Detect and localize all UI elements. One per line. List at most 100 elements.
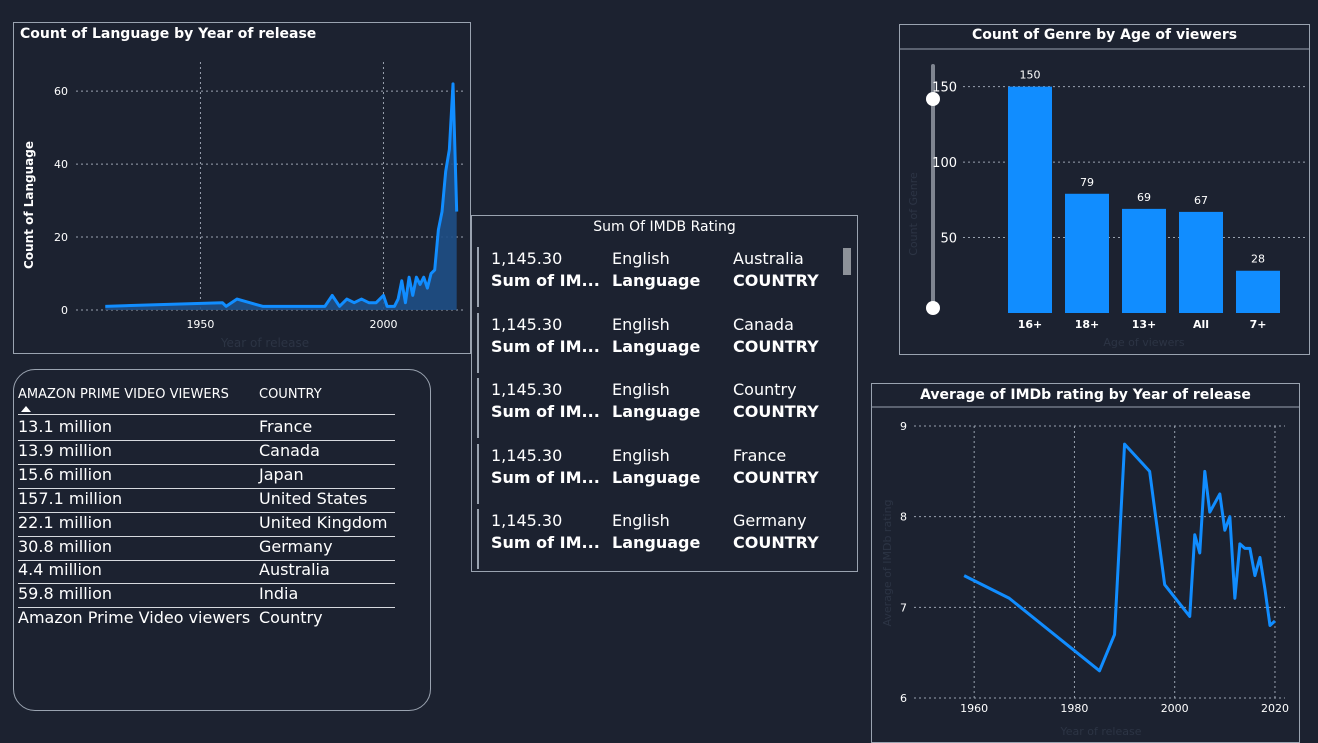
total-label: Amazon Prime Video viewers [18,608,250,627]
cell-viewers: 4.4 million [18,560,102,579]
card-value: 1,145.30 [491,511,562,530]
x-tick-label: 7+ [1250,318,1267,331]
card-row[interactable]: 1,145.30Sum of IM...EnglishLanguageFranc… [477,444,839,504]
data-label: 28 [1251,253,1265,266]
column-header-country[interactable]: COUNTRY [259,387,322,402]
card-country: Australia [733,249,804,268]
imdb-rating-by-year-chart[interactable]: Average of IMDb rating by Year of releas… [871,383,1300,743]
x-axis-title: Age of viewers [1103,336,1184,349]
card-language: English [612,446,670,465]
y-tick-label: 0 [61,304,68,317]
bar [1065,194,1109,313]
cell-viewers: 22.1 million [18,513,112,532]
x-axis-title: Year of release [220,336,309,350]
x-tick-label: 18+ [1075,318,1100,331]
cell-country: United Kingdom [259,513,387,532]
series-line [105,84,456,306]
card-language: English [612,511,670,530]
card-country-label: COUNTRY [733,402,819,421]
y-tick-label: 9 [900,420,907,433]
table-row[interactable]: 59.8 millionIndia [18,583,395,608]
bar [1236,271,1280,313]
cell-viewers: 59.8 million [18,584,112,603]
card-country-label: COUNTRY [733,271,819,290]
y-tick-label: 20 [54,231,68,244]
card-value-label: Sum of IM... [491,533,600,552]
y-tick-label: 60 [54,85,68,98]
slider-handle-bottom[interactable] [926,301,940,315]
x-axis-title: Year of release [1060,725,1142,738]
x-tick-label: 2000 [1161,702,1189,715]
cell-viewers: 30.8 million [18,537,112,556]
x-tick-label: 16+ [1018,318,1043,331]
data-label: 79 [1080,176,1094,189]
data-label: 67 [1194,194,1208,207]
x-tick-label: 1960 [960,702,988,715]
y-tick-label: 6 [900,692,907,705]
table-row[interactable]: 4.4 millionAustralia [18,559,395,584]
y-axis-title: Average of IMDb rating [881,499,894,626]
card-language-label: Language [612,468,700,487]
imdb-rating-by-year-plot: Average of IMDb rating Year of release 6… [871,383,1300,743]
card-row[interactable]: 1,145.30 Sum of IM... English Language Canad… [477,313,839,373]
imdb-rating-card[interactable]: Sum Of IMDB Rating 1,145.30Sum of IM...E… [471,215,858,572]
y-tick-label: 7 [900,601,907,614]
card-language-label: Language [612,402,700,421]
x-tick-label: 1980 [1060,702,1088,715]
table-row[interactable]: 13.1 million France [18,416,395,441]
card-row[interactable]: 1,145.30 Sum of IM... English Language Count… [477,378,839,438]
y-tick-label: 40 [54,158,68,171]
sort-ascending-icon[interactable] [21,406,31,412]
cell-viewers: 13.1 million [18,417,112,436]
x-tick-label: All [1193,318,1209,331]
y-tick-label: 150 [932,81,957,96]
data-label: 150 [1020,69,1041,82]
card-value: 1,145.30 [491,315,562,334]
table-row[interactable]: 30.8 million Germany [18,536,395,561]
cell-country: Japan [259,465,304,484]
table-row[interactable]: 15.6 million Japan [18,464,395,489]
cell-viewers: 15.6 million [18,465,112,484]
card-country: France [733,446,786,465]
table-row[interactable]: 13.9 millionCanada [18,440,395,465]
area-fill [105,84,456,310]
card-language: English [612,315,670,334]
cell-country: Germany [259,537,333,556]
table-row[interactable]: 157.1 millionUnited States [18,488,395,513]
cell-country: France [259,417,312,436]
y-axis-title: Count of Genre [907,172,920,256]
series-line [964,444,1275,671]
x-tick-label: 1950 [186,318,214,331]
x-tick-label: 2020 [1261,702,1289,715]
table-total-row: Amazon Prime Video viewers Country [18,607,395,631]
bar [1179,212,1223,313]
card-country: Germany [733,511,807,530]
column-header-viewers[interactable]: AMAZON PRIME VIDEO VIEWERS [18,387,229,402]
range-slider[interactable] [926,64,940,315]
table-header: AMAZON PRIME VIDEO VIEWERS COUNTRY [18,386,395,415]
card-language-label: Language [612,271,700,290]
table-row[interactable]: 22.1 million United Kingdom [18,512,395,537]
card-row[interactable]: 1,145.30Sum of IM...EnglishLanguageGerma… [477,509,839,569]
card-country: Canada [733,315,794,334]
bar [1122,209,1166,313]
card-row[interactable]: 1,145.30Sum of IM...EnglishLanguageAustr… [477,247,839,307]
prime-viewers-table[interactable]: AMAZON PRIME VIDEO VIEWERS COUNTRY 13.1 … [13,369,431,711]
card-value: 1,145.30 [491,380,562,399]
card-language-label: Language [612,337,700,356]
scrollbar-thumb[interactable] [843,248,851,275]
genre-by-age-chart[interactable]: Count of Genre by Age of viewers Count o… [899,24,1310,355]
language-by-year-chart[interactable]: Count of Language by Year of release Cou… [13,22,471,354]
card-value-label: Sum of IM... [491,402,600,421]
card-language: English [612,380,670,399]
total-country: Country [259,608,323,627]
card-value: 1,145.30 [491,446,562,465]
y-axis-title: Count of Language [22,141,36,269]
bar [1008,87,1052,313]
y-tick-label: 100 [932,156,957,171]
card-value-label: Sum of IM... [491,337,600,356]
genre-by-age-plot: Count of Genre Age of viewers 5010015015… [899,24,1310,355]
card-country: Country [733,380,797,399]
card-country-label: COUNTRY [733,337,819,356]
card-title: Sum Of IMDB Rating [472,219,857,235]
